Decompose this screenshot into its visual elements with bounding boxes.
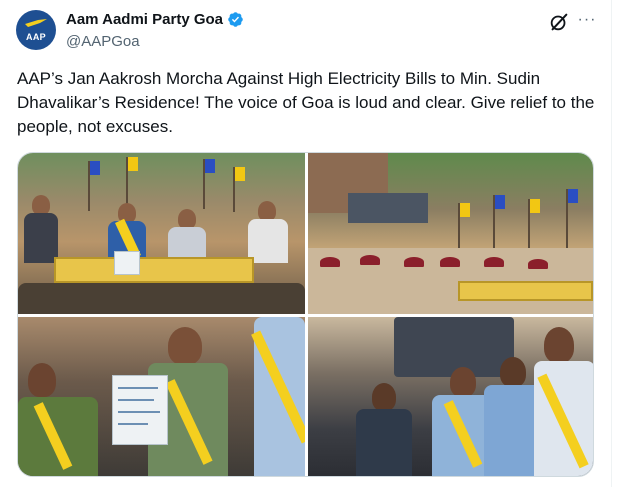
avatar[interactable]: AAP [16, 10, 56, 50]
broom-logo-icon [25, 19, 47, 27]
display-name[interactable]: Aam Aadmi Party Goa [66, 11, 223, 28]
handle[interactable]: @AAPGoa [66, 33, 140, 50]
tweet-text: AAP’s Jan Aakrosh Morcha Against High El… [17, 69, 595, 136]
media-grid [17, 152, 594, 477]
verified-badge-icon[interactable] [227, 11, 244, 28]
author-name-row: Aam Aadmi Party Goa [66, 11, 244, 28]
protest-photo-4[interactable] [308, 317, 593, 476]
grok-icon[interactable] [548, 11, 570, 33]
avatar-label: AAP [26, 32, 46, 42]
more-icon[interactable]: ··· [576, 10, 598, 32]
protest-photo-3[interactable] [18, 317, 305, 476]
tweet-card: AAP Aam Aadmi Party Goa @AAPGoa ··· AAP’… [0, 0, 612, 487]
protest-photo-1[interactable] [18, 153, 305, 314]
protest-photo-2[interactable] [308, 153, 593, 314]
